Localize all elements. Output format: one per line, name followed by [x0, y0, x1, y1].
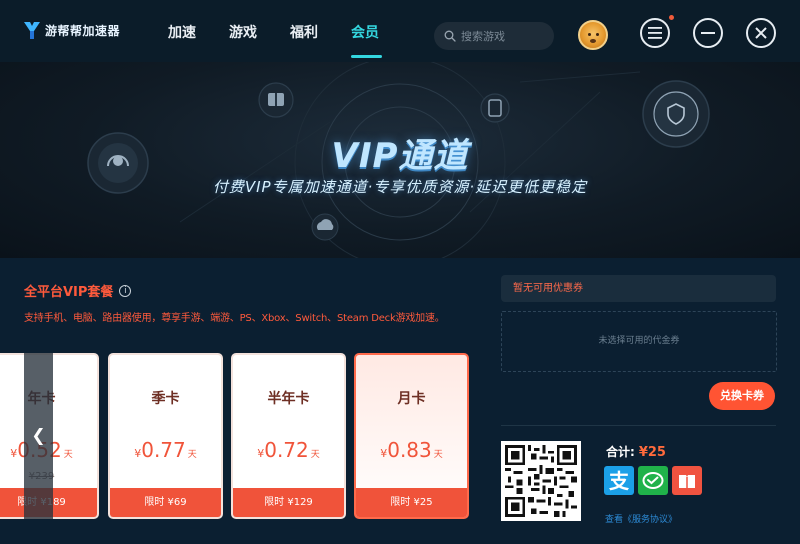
- menu-button[interactable]: [640, 18, 670, 48]
- alipay-icon[interactable]: 支: [604, 466, 634, 495]
- plan-price: ¥0.83 天: [380, 438, 443, 462]
- total-price: 合计: ¥25: [606, 443, 666, 460]
- payment-qr-code: [501, 441, 581, 521]
- plan-card-half-year[interactable]: 半年卡 ¥0.72 天 限时 ¥129: [231, 353, 346, 519]
- cloud-download-icon: [311, 213, 339, 241]
- banner-title: VIP通道: [331, 136, 469, 176]
- gift-icon: [258, 82, 294, 118]
- user-avatar[interactable]: [578, 20, 608, 50]
- plan-promo: 限时 ¥69: [110, 488, 221, 517]
- minimize-button[interactable]: [693, 18, 723, 48]
- notification-dot: [669, 15, 674, 20]
- purchase-panel: 全平台VIP套餐 i 支持手机、电脑、路由器使用，尊享手游、端游、PS、Xbox…: [0, 258, 800, 544]
- service-agreement-link[interactable]: 查看《服务协议》: [605, 512, 677, 525]
- logo-icon: [24, 22, 40, 39]
- title-bar: 游帮帮加速器 加速 游戏 福利 会员: [0, 0, 800, 62]
- tab-games[interactable]: 游戏: [229, 0, 289, 62]
- menu-icon: [648, 27, 662, 39]
- search-icon: [444, 30, 456, 42]
- banner-subtitle: 付费VIP专属加速通道·专享优质资源·延迟更低更稳定: [212, 178, 588, 196]
- plan-promo: 限时 ¥25: [356, 488, 467, 517]
- voucher-box[interactable]: 未选择可用的代金券: [501, 311, 777, 372]
- total-label: 合计:: [606, 445, 635, 459]
- tab-accelerate[interactable]: 加速: [168, 0, 228, 62]
- plans-title: 全平台VIP套餐 i: [24, 281, 132, 300]
- divider: [501, 425, 776, 426]
- tab-benefits[interactable]: 福利: [290, 0, 350, 62]
- wechat-pay-icon[interactable]: [638, 466, 668, 495]
- plan-card-month[interactable]: 月卡 ¥0.83 天 限时 ¥25: [354, 353, 469, 519]
- minimize-icon: [701, 32, 715, 34]
- plans-title-text: 全平台VIP套餐: [24, 285, 114, 300]
- scroll-left-button[interactable]: ❮: [24, 353, 53, 519]
- plans-description: 支持手机、电脑、路由器使用，尊享手游、端游、PS、Xbox、Switch、Ste…: [24, 313, 445, 324]
- coupon-status[interactable]: 暂无可用优惠券: [501, 275, 776, 302]
- close-icon: [755, 27, 767, 39]
- plan-price: ¥0.72 天: [257, 438, 320, 462]
- redeem-button[interactable]: 兑换卡券: [709, 382, 775, 410]
- plan-name: 月卡: [397, 391, 426, 407]
- plan-name: 半年卡: [267, 391, 310, 407]
- app-logo: 游帮帮加速器: [24, 22, 120, 39]
- total-amount: ¥25: [638, 445, 666, 460]
- search-box[interactable]: [434, 22, 554, 50]
- search-input[interactable]: [461, 29, 551, 43]
- chevron-left-icon: ❮: [31, 426, 46, 446]
- vip-banner: VIP通道 付费VIP专属加速通道·专享优质资源·延迟更低更稳定: [0, 62, 800, 258]
- info-icon[interactable]: i: [119, 284, 132, 297]
- app-name: 游帮帮加速器: [45, 24, 121, 38]
- phone-icon: [480, 93, 510, 123]
- qr-code-icon: [505, 445, 577, 517]
- main-nav: 加速 游戏 福利 会员: [168, 0, 412, 62]
- tab-membership[interactable]: 会员: [351, 0, 411, 62]
- plan-promo: 限时 ¥129: [233, 488, 344, 517]
- payment-methods: 支: [604, 466, 702, 495]
- plan-card-quarter[interactable]: 季卡 ¥0.77 天 限时 ¥69: [108, 353, 223, 519]
- plan-price: ¥0.77 天: [134, 438, 197, 462]
- other-pay-icon[interactable]: [672, 466, 702, 495]
- plan-name: 季卡: [151, 391, 180, 407]
- close-button[interactable]: [746, 18, 776, 48]
